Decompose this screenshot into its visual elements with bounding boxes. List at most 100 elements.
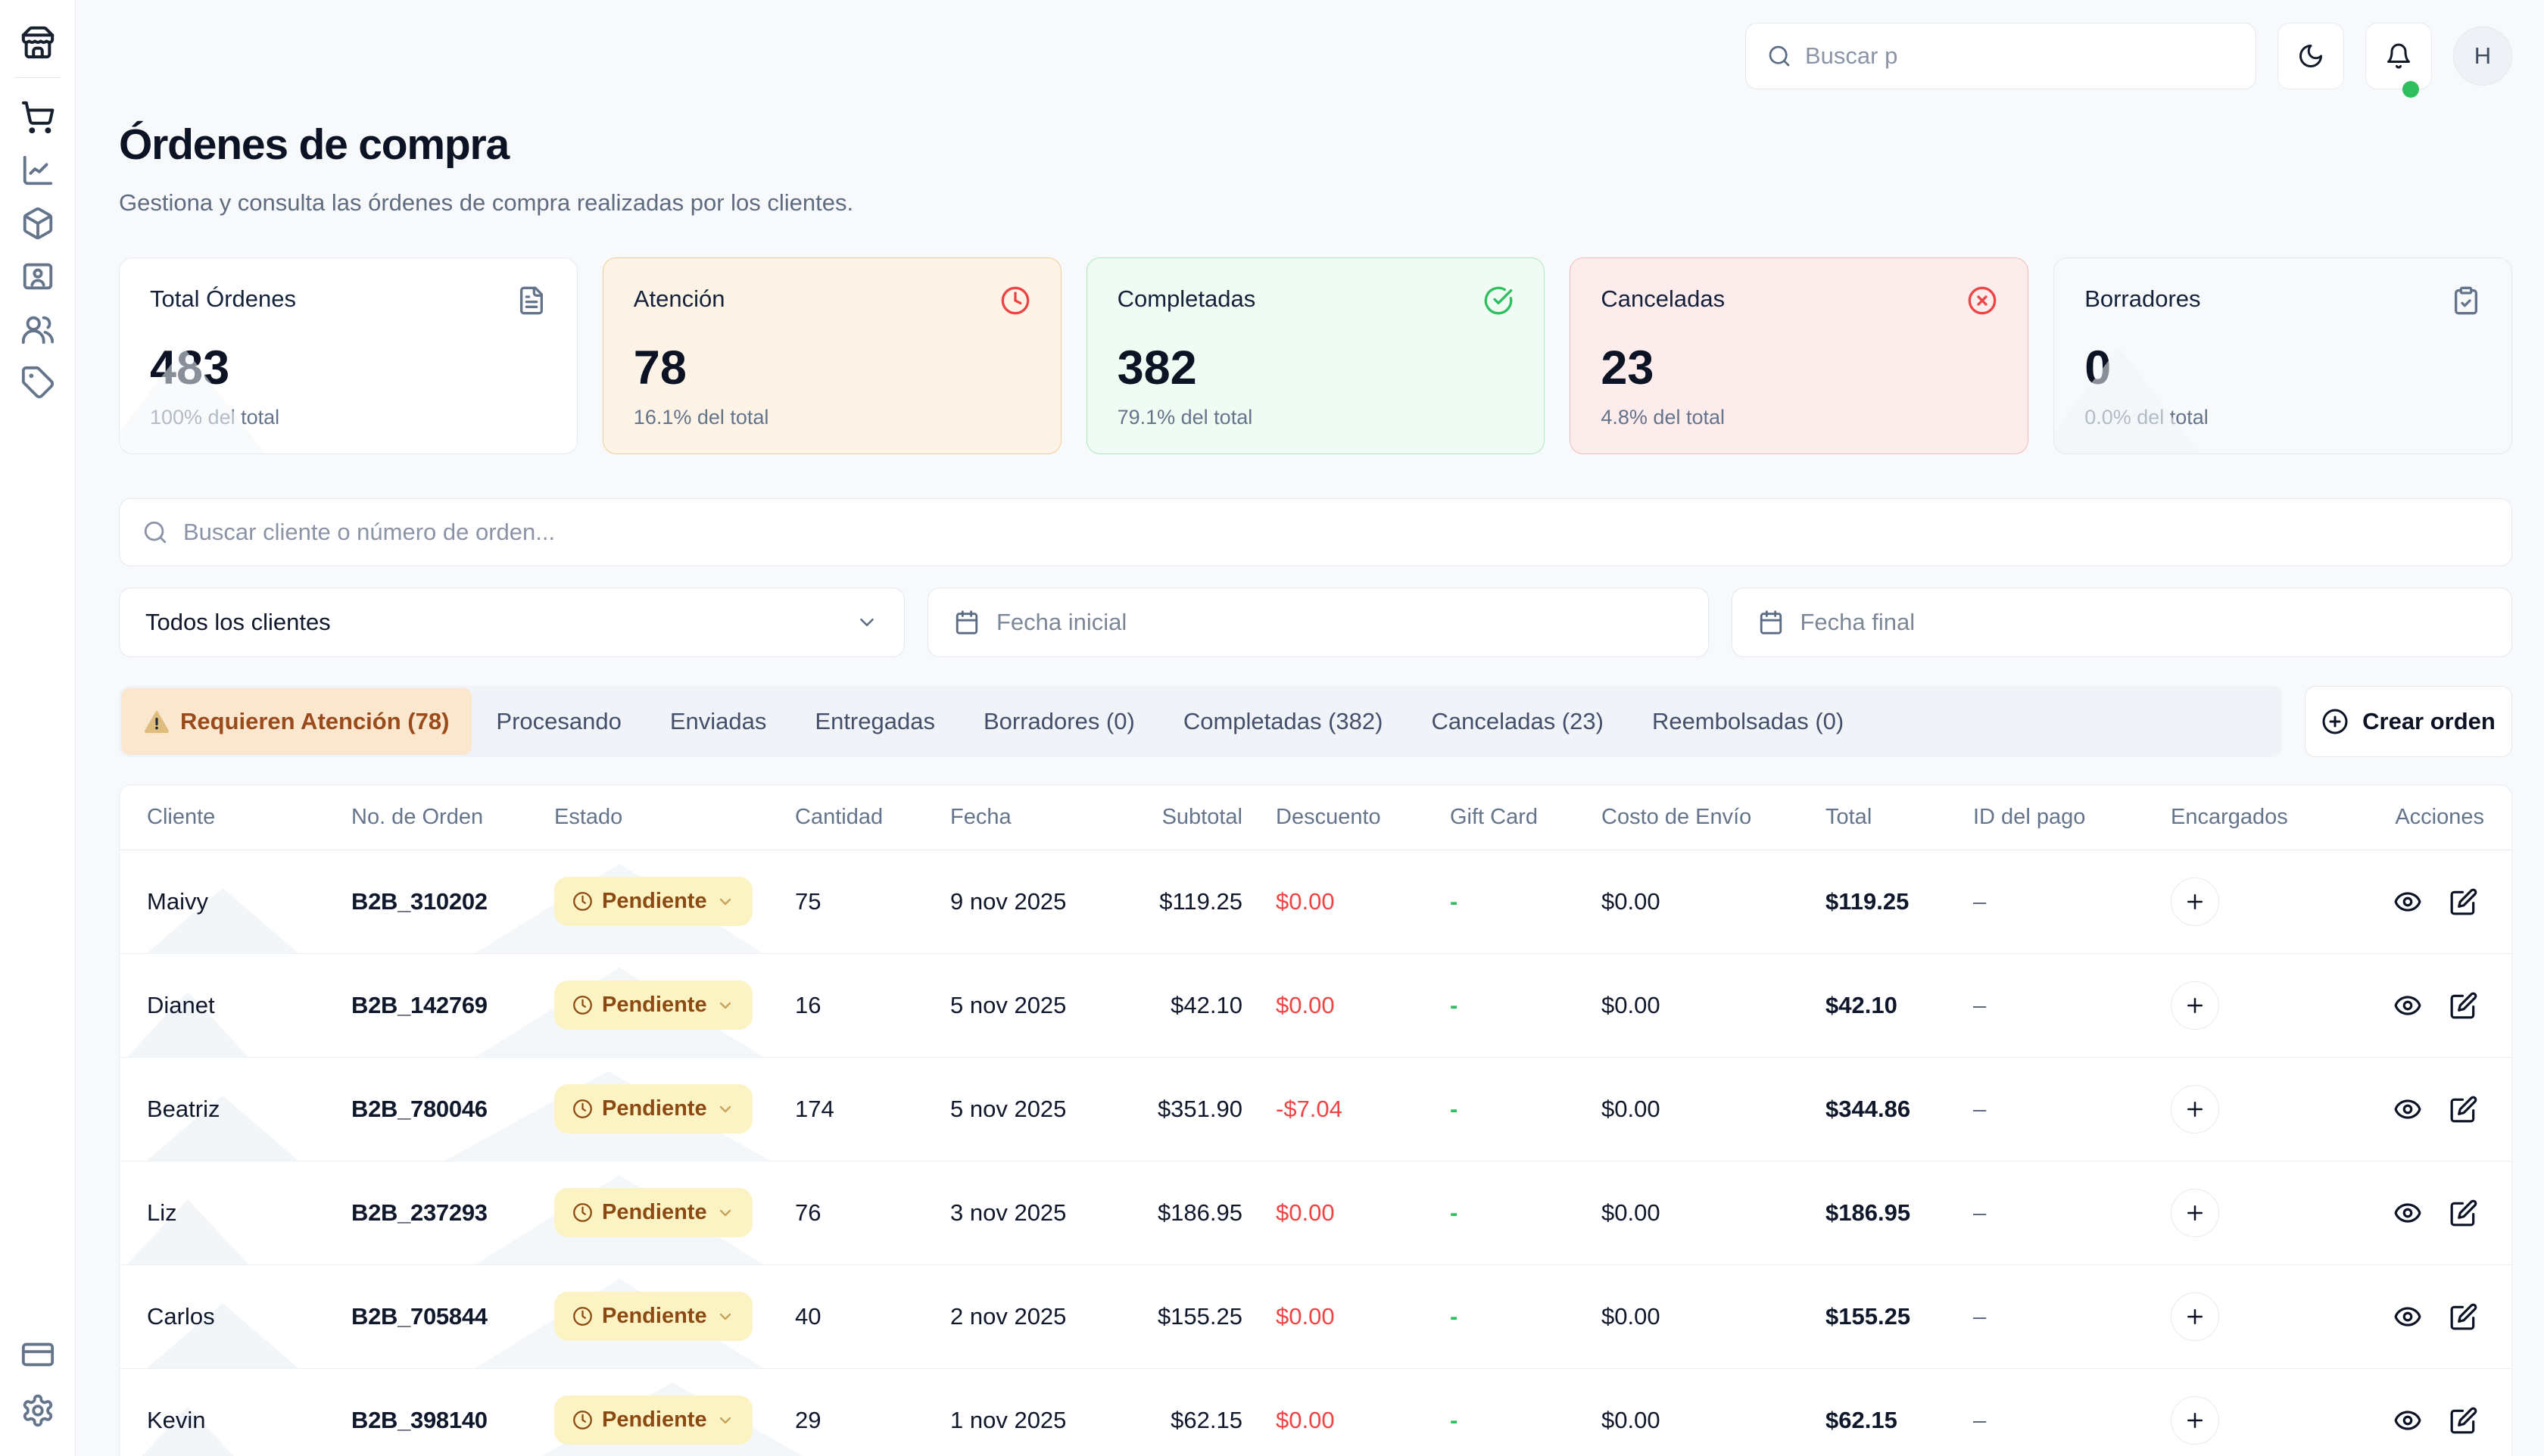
status-cell: Pendiente xyxy=(554,1395,795,1445)
tab-reembolsadas[interactable]: Reembolsadas (0) xyxy=(1628,688,1868,755)
date-start-input[interactable]: Fecha inicial xyxy=(928,588,1709,657)
global-search-input[interactable] xyxy=(1805,42,2234,70)
add-manager-button[interactable] xyxy=(2171,981,2219,1030)
status-label: Pendiente xyxy=(602,889,707,914)
edit-pencil-icon xyxy=(2449,887,2478,916)
status-tabs: Requieren Atención (78) Procesando Envia… xyxy=(119,686,2282,757)
edit-order-button[interactable] xyxy=(2449,1406,2478,1435)
shipping-cost-cell: $0.00 xyxy=(1601,1407,1825,1434)
sidebar-item-products[interactable] xyxy=(20,205,56,242)
column-header-cantidad: Cantidad xyxy=(795,805,950,830)
stats-row: Total Órdenes 483 100% del total Atenció… xyxy=(119,257,2512,454)
stat-card-total: Total Órdenes 483 100% del total xyxy=(119,257,578,454)
sidebar-item-tags[interactable] xyxy=(20,364,56,401)
date-cell: 5 nov 2025 xyxy=(950,1096,1132,1123)
status-badge[interactable]: Pendiente xyxy=(554,981,753,1030)
status-badge[interactable]: Pendiente xyxy=(554,1084,753,1133)
stat-value: 23 xyxy=(1601,341,1997,395)
order-search-input[interactable] xyxy=(183,519,2489,546)
status-badge[interactable]: Pendiente xyxy=(554,877,753,926)
add-manager-button[interactable] xyxy=(2171,878,2219,926)
tab-enviadas[interactable]: Enviadas xyxy=(646,688,791,755)
view-order-button[interactable] xyxy=(2393,991,2422,1020)
stat-card-drafts: Borradores 0 0.0% del total xyxy=(2053,257,2512,454)
tab-canceladas[interactable]: Canceladas (23) xyxy=(1407,688,1627,755)
subtotal-cell: $186.95 xyxy=(1132,1199,1276,1227)
column-header-orden: No. de Orden xyxy=(351,805,554,830)
table-row: Carlos B2B_705844 Pendiente 40 2 nov 202… xyxy=(120,1265,2511,1369)
sidebar-item-billing[interactable] xyxy=(20,1336,56,1373)
chevron-down-icon xyxy=(716,1100,734,1118)
date-end-input[interactable]: Fecha final xyxy=(1732,588,2513,657)
notifications-button[interactable] xyxy=(2365,23,2432,89)
gift-card-cell: - xyxy=(1450,1303,1601,1330)
stat-label: Total Órdenes xyxy=(150,285,296,313)
sidebar-divider xyxy=(14,77,61,78)
tab-label: Borradores (0) xyxy=(984,708,1135,735)
plus-icon xyxy=(2184,994,2206,1017)
tab-label: Procesando xyxy=(496,708,621,735)
eye-icon xyxy=(2393,991,2422,1020)
tab-entregadas[interactable]: Entregadas xyxy=(790,688,959,755)
clock-icon xyxy=(1000,285,1030,316)
quantity-cell: 76 xyxy=(795,1199,950,1227)
tab-procesando[interactable]: Procesando xyxy=(472,688,645,755)
sidebar-item-analytics[interactable] xyxy=(20,152,56,189)
bell-icon xyxy=(2385,42,2412,70)
edit-order-button[interactable] xyxy=(2449,991,2478,1020)
client-cell: Kevin xyxy=(147,1407,351,1434)
client-cell: Liz xyxy=(147,1199,351,1227)
credit-card-icon xyxy=(20,1337,55,1372)
edit-order-button[interactable] xyxy=(2449,1199,2478,1227)
view-order-button[interactable] xyxy=(2393,1302,2422,1331)
table-row: Maivy B2B_310202 Pendiente 75 9 nov 2025… xyxy=(120,850,2511,954)
clipboard-check-icon xyxy=(2451,285,2481,316)
view-order-button[interactable] xyxy=(2393,1199,2422,1227)
create-order-button[interactable]: Crear orden xyxy=(2305,686,2512,757)
sidebar-item-settings[interactable] xyxy=(20,1392,56,1429)
theme-toggle-button[interactable] xyxy=(2277,23,2344,89)
sidebar-item-customers[interactable] xyxy=(20,311,56,348)
actions-cell xyxy=(2393,1302,2484,1331)
column-header-fecha: Fecha xyxy=(950,805,1132,830)
status-badge[interactable]: Pendiente xyxy=(554,1188,753,1237)
edit-order-button[interactable] xyxy=(2449,1302,2478,1331)
status-badge[interactable]: Pendiente xyxy=(554,1292,753,1341)
date-cell: 9 nov 2025 xyxy=(950,888,1132,915)
gift-card-cell: - xyxy=(1450,1096,1601,1123)
calendar-icon xyxy=(954,610,980,635)
stat-label: Completadas xyxy=(1118,285,1256,313)
tab-requieren-atencion[interactable]: Requieren Atención (78) xyxy=(121,688,472,755)
tabs-row: Requieren Atención (78) Procesando Envia… xyxy=(119,686,2512,757)
add-manager-button[interactable] xyxy=(2171,1396,2219,1445)
topbar: H xyxy=(119,23,2512,89)
edit-pencil-icon xyxy=(2449,1095,2478,1124)
user-avatar[interactable]: H xyxy=(2453,27,2512,86)
view-order-button[interactable] xyxy=(2393,1095,2422,1124)
view-order-button[interactable] xyxy=(2393,887,2422,916)
add-manager-button[interactable] xyxy=(2171,1292,2219,1341)
sidebar-item-orders[interactable] xyxy=(20,99,56,136)
filter-row: Todos los clientes Fecha inicial Fecha f… xyxy=(119,588,2512,657)
clock-icon xyxy=(572,891,593,912)
add-manager-button[interactable] xyxy=(2171,1085,2219,1133)
shipping-cost-cell: $0.00 xyxy=(1601,1303,1825,1330)
view-order-button[interactable] xyxy=(2393,1406,2422,1435)
tab-label: Completadas (382) xyxy=(1183,708,1383,735)
edit-order-button[interactable] xyxy=(2449,887,2478,916)
column-header-giftcard: Gift Card xyxy=(1450,805,1601,830)
client-filter-select[interactable]: Todos los clientes xyxy=(119,588,905,657)
client-filter-value: Todos los clientes xyxy=(145,609,331,636)
edit-order-button[interactable] xyxy=(2449,1095,2478,1124)
stat-label: Canceladas xyxy=(1601,285,1725,313)
chevron-down-icon xyxy=(856,611,878,634)
add-manager-button[interactable] xyxy=(2171,1189,2219,1237)
store-logo[interactable] xyxy=(20,24,56,61)
shipping-cost-cell: $0.00 xyxy=(1601,1096,1825,1123)
status-badge[interactable]: Pendiente xyxy=(554,1395,753,1445)
shopping-cart-icon xyxy=(20,100,55,135)
tab-completadas[interactable]: Completadas (382) xyxy=(1159,688,1408,755)
tab-borradores[interactable]: Borradores (0) xyxy=(959,688,1159,755)
sidebar-item-contacts[interactable] xyxy=(20,258,56,295)
package-icon xyxy=(20,206,55,241)
